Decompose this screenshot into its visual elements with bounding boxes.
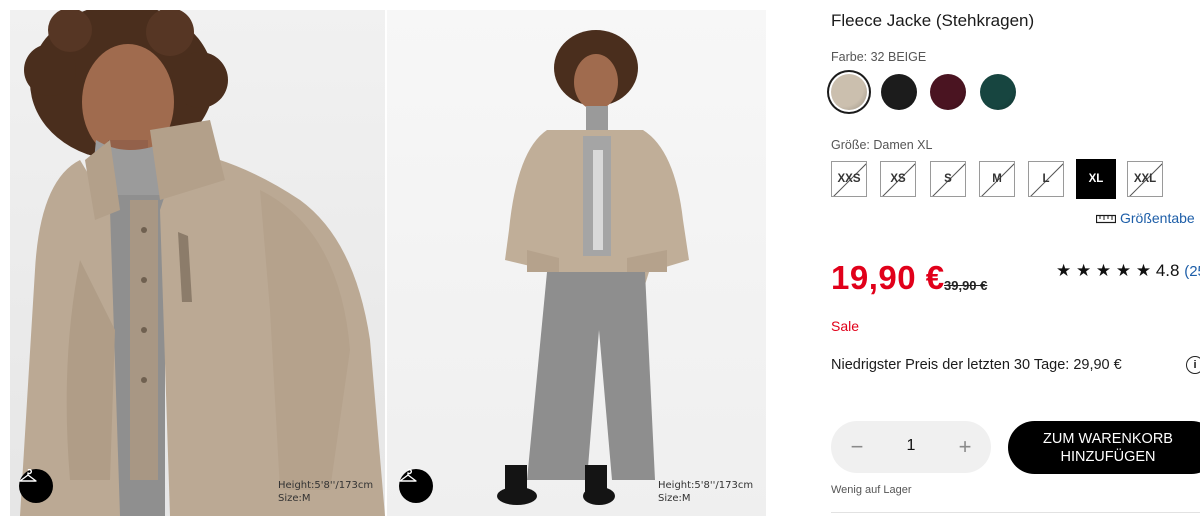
quantity-stepper: − 1 + (831, 421, 991, 473)
size-option-label: XL (1088, 173, 1104, 185)
model-size: Size:M (658, 493, 691, 504)
size-option-xl[interactable]: XL (1076, 159, 1116, 199)
model-size: Size:M (278, 493, 311, 504)
size-option-label: XXS (837, 173, 861, 185)
size-option-xxs[interactable]: XXS (831, 161, 867, 197)
model-height: Height:5'8''/173cm (278, 480, 374, 491)
size-option-label: S (944, 173, 952, 185)
ruler-icon (1095, 215, 1117, 224)
size-option-label: XS (890, 173, 906, 185)
model-height: Height:5'8''/173cm (658, 480, 754, 491)
size-label: Größe: Damen XL (831, 138, 933, 152)
size-option-label: M (992, 173, 1002, 185)
model-info-button[interactable] (19, 469, 53, 503)
color-swatch-black[interactable] (881, 74, 917, 110)
color-swatch-beige[interactable] (831, 74, 867, 110)
rating-stars-icon: ★ ★ ★ ★ ★ (1056, 261, 1152, 280)
rating-summary[interactable]: ★ ★ ★ ★ ★ 4.8 (25 (1056, 261, 1200, 281)
section-divider (831, 512, 1200, 525)
product-title: Fleece Jacke (Stehkragen) (831, 11, 1035, 30)
color-swatch-wine[interactable] (930, 74, 966, 110)
model-info-text: Height:5'8''/173cm Size:M (278, 479, 373, 505)
product-image-closeup[interactable]: Height:5'8''/173cm Size:M (10, 10, 385, 516)
size-option-s[interactable]: S (930, 161, 966, 197)
stock-status: Wenig auf Lager (831, 484, 912, 496)
color-label: Farbe: 32 BEIGE (831, 50, 927, 64)
rating-value: 4.8 (1155, 261, 1180, 280)
decrease-quantity-button[interactable]: − (843, 433, 871, 461)
add-to-cart-button[interactable]: ZUM WARENKORB HINZUFÜGEN (1008, 421, 1200, 474)
increase-quantity-button[interactable]: + (951, 433, 979, 461)
size-option-label: L (1042, 173, 1050, 185)
size-option-l[interactable]: L (1028, 161, 1064, 197)
sale-badge: Sale (831, 318, 860, 334)
model-info-text: Height:5'8''/173cm Size:M (658, 479, 753, 505)
product-image-fullbody[interactable]: Height:5'8''/173cm Size:M (387, 10, 766, 516)
model-info-button[interactable] (399, 469, 433, 503)
sale-price: 19,90 € (831, 259, 945, 296)
size-option-m[interactable]: M (979, 161, 1015, 197)
size-guide-link[interactable]: Größentabe (1095, 210, 1195, 226)
add-to-cart-label: ZUM WARENKORB HINZUFÜGEN (1043, 431, 1173, 465)
original-price: 39,90 € (944, 278, 988, 293)
info-icon[interactable]: i (1186, 356, 1200, 374)
quantity-value[interactable]: 1 (901, 437, 921, 455)
hanger-icon (19, 469, 37, 482)
size-guide-label: Größentabe (1120, 210, 1195, 226)
color-swatch-green[interactable] (980, 74, 1016, 110)
lowest-price-note: Niedrigster Preis der letzten 30 Tage: 2… (831, 357, 1122, 373)
hanger-icon (399, 469, 417, 482)
size-option-xxl[interactable]: XXL (1127, 161, 1163, 197)
model-closeup-illustration (20, 10, 385, 516)
size-option-xs[interactable]: XS (880, 161, 916, 197)
model-fullbody-illustration (497, 30, 689, 505)
rating-count-link[interactable]: (25 (1184, 263, 1200, 280)
size-option-label: XXL (1133, 173, 1157, 185)
